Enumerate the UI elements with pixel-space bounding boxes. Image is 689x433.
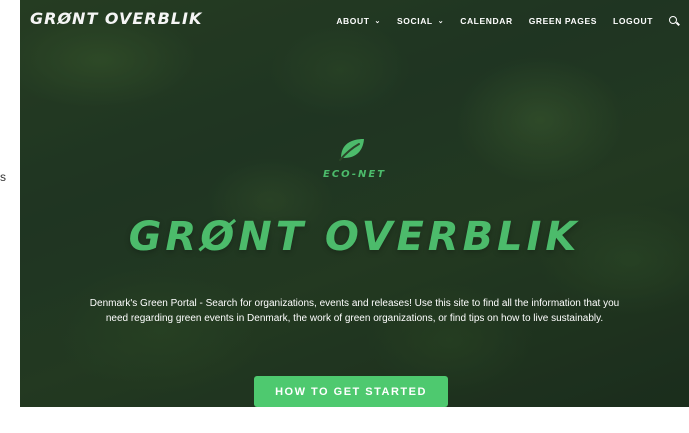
site-header: GRØNT OVERBLIK ABOUT ⌄ SOCIAL ⌄ CALENDAR… — [20, 0, 689, 42]
nav-green-pages[interactable]: GREEN PAGES — [529, 16, 597, 26]
chevron-down-icon: ⌄ — [437, 18, 445, 25]
gutter-mark: s — [0, 170, 6, 184]
eco-tagline: ECO-NET — [322, 169, 387, 180]
leaf-icon — [339, 139, 364, 161]
hero-overlay — [20, 0, 689, 407]
nav-about-label: ABOUT — [336, 16, 370, 26]
search-icon[interactable] — [669, 16, 680, 26]
hero-description: Denmark's Green Portal - Search for orga… — [89, 298, 620, 324]
hero-section: GRØNT OVERBLIK ABOUT ⌄ SOCIAL ⌄ CALENDAR… — [20, 0, 689, 407]
nav-about[interactable]: ABOUT ⌄ — [336, 16, 381, 26]
how-to-get-started-button[interactable]: HOW TO GET STARTED — [254, 376, 448, 407]
nav-social-label: SOCIAL — [397, 16, 433, 26]
hero-title: GRØNT OVERBLIK — [128, 214, 581, 260]
chevron-down-icon: ⌄ — [374, 18, 382, 25]
main-nav: ABOUT ⌄ SOCIAL ⌄ CALENDAR GREEN PAGES LO… — [320, 0, 680, 42]
left-gutter: s — [0, 0, 20, 433]
nav-social[interactable]: SOCIAL ⌄ — [397, 16, 444, 26]
nav-calendar[interactable]: CALENDAR — [460, 16, 513, 26]
nav-logout[interactable]: LOGOUT — [613, 16, 653, 26]
brand-logo[interactable]: GRØNT OVERBLIK — [30, 9, 202, 28]
